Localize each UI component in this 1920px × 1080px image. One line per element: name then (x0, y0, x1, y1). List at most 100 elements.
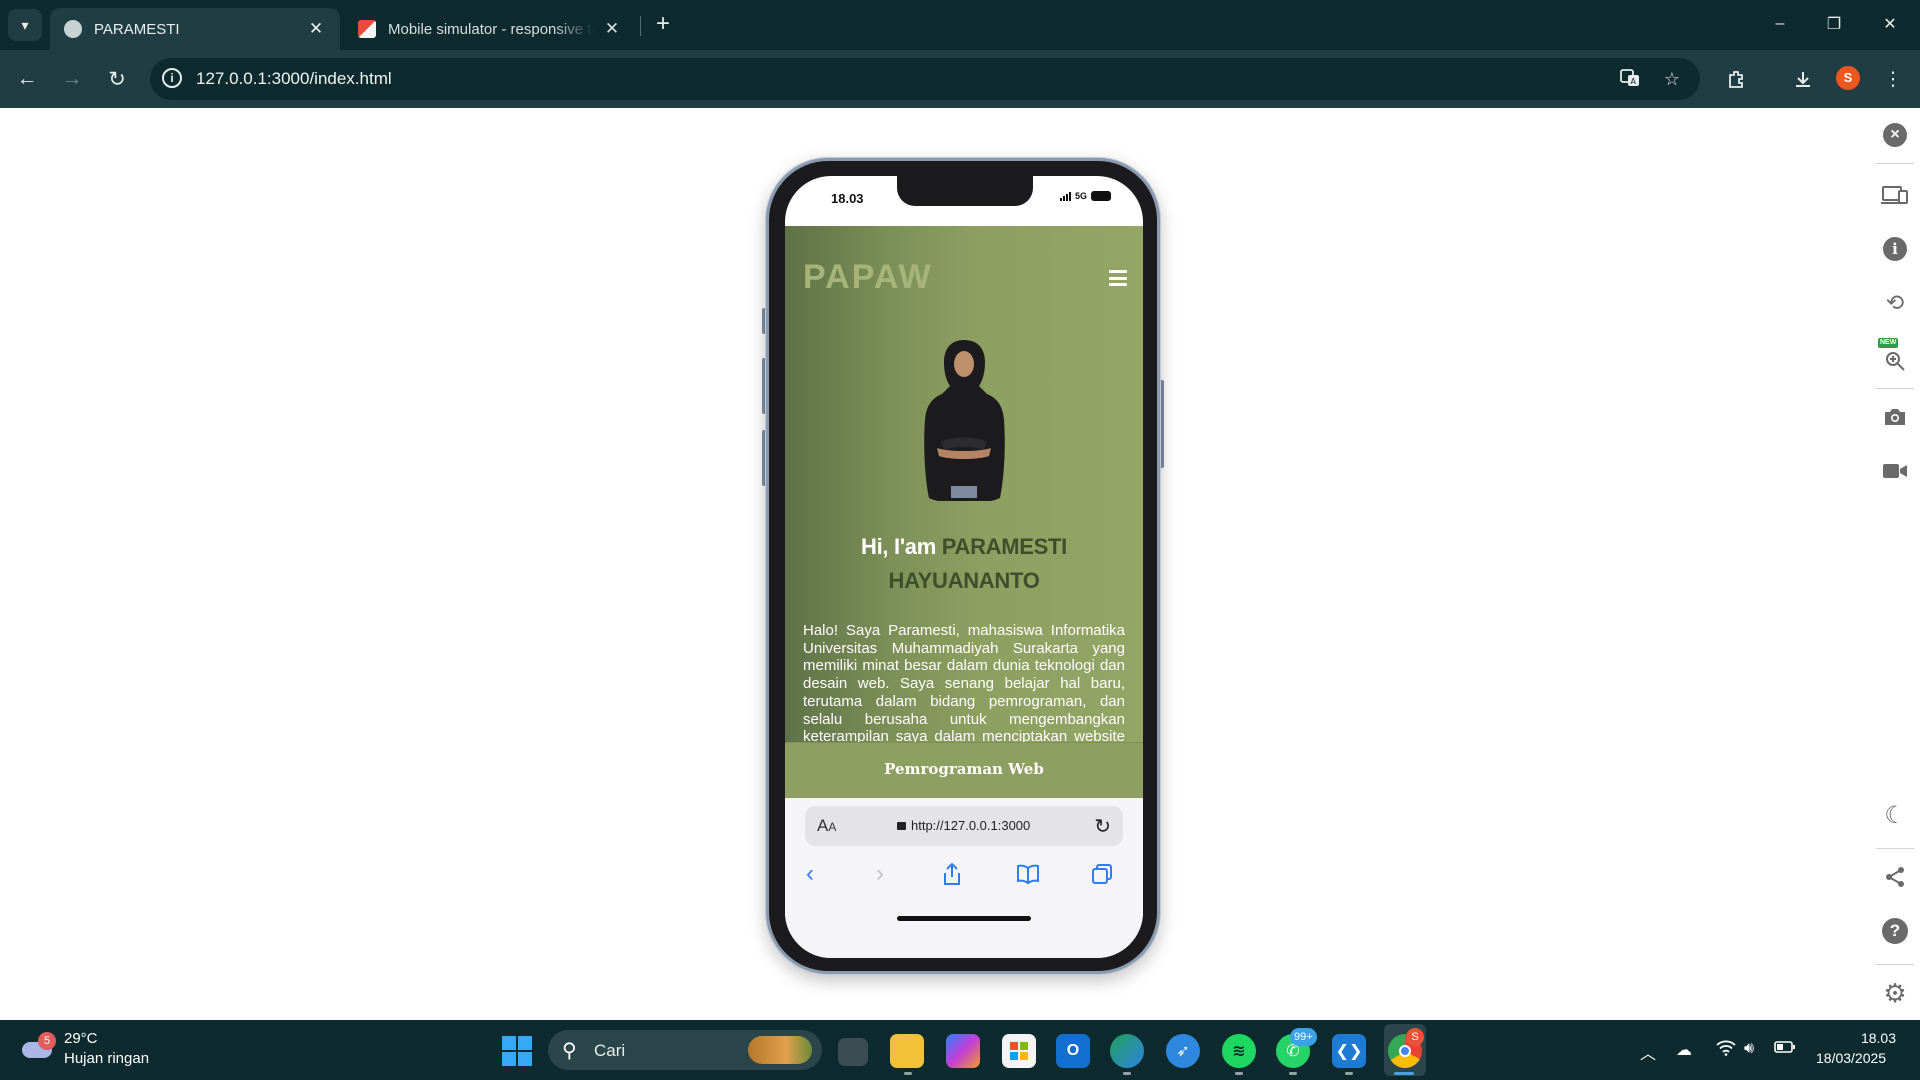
camera-icon (1885, 409, 1905, 425)
clock-date[interactable]: 18/03/2025 (1816, 1050, 1886, 1066)
bookmark-star-icon[interactable]: ☆ (1660, 67, 1684, 91)
tab-mobile-simulator[interactable]: Mobile simulator - responsive testing ✕ (344, 8, 636, 50)
record-button[interactable] (1878, 454, 1912, 488)
extensions-icon[interactable] (1722, 64, 1752, 94)
close-icon: × (1883, 123, 1907, 147)
phone-screen: 18.03 5G PAPAW Hi, I'am PARAMESTI HAYUAN… (785, 176, 1143, 958)
clock-time[interactable]: 18.03 (1856, 1030, 1896, 1046)
tab-paramesti[interactable]: PARAMESTI ✕ (50, 8, 340, 50)
tab-title: Mobile simulator - responsive testing (388, 20, 594, 38)
restore-button[interactable]: ❐ (1806, 0, 1862, 48)
devices-button[interactable] (1878, 178, 1912, 212)
info-icon: i (1883, 237, 1907, 261)
whatsapp-badge: 99+ (1290, 1028, 1317, 1046)
chrome-profile-badge: S (1406, 1028, 1424, 1046)
profile-avatar[interactable]: S (1836, 66, 1860, 90)
back-button[interactable]: ← (12, 64, 42, 94)
safari-back-icon[interactable]: ‹ (795, 860, 825, 888)
devices-icon (1881, 186, 1908, 204)
close-window-button[interactable]: ✕ (1862, 0, 1918, 48)
site-logo[interactable]: PAPAW (803, 258, 933, 297)
translate-icon[interactable]: A (1618, 67, 1642, 91)
chevron-down-icon: ▾ (21, 16, 29, 33)
safari-toolbar: AA http://127.0.0.1:3000 ↻ ‹ › (785, 798, 1143, 958)
volume-icon[interactable]: 🔊︎ (1744, 1040, 1754, 1058)
settings-button[interactable]: ⚙ (1878, 976, 1912, 1010)
vscode-icon[interactable]: ❮❯ (1332, 1034, 1366, 1068)
taskbar-search[interactable]: ⚲ Cari (548, 1030, 822, 1070)
windows-start-icon[interactable] (502, 1036, 532, 1066)
edge-icon[interactable] (1110, 1034, 1144, 1068)
new-badge: NEW (1878, 338, 1899, 348)
site-info-icon[interactable]: i (162, 68, 182, 88)
rotate-icon: ⟲ (1885, 290, 1905, 315)
weather-widget[interactable]: 5 (22, 1032, 56, 1062)
search-placeholder: Cari (594, 1041, 626, 1060)
screenshot-button[interactable] (1878, 400, 1912, 434)
rail-divider (1876, 163, 1914, 164)
minimize-button[interactable]: – (1752, 0, 1808, 48)
safari-url[interactable]: http://127.0.0.1:3000 (897, 818, 1030, 833)
weather-badge: 5 (38, 1032, 56, 1050)
url-text[interactable]: 127.0.0.1:3000/index.html (196, 69, 392, 89)
weather-temperature[interactable]: 29°C (64, 1030, 98, 1047)
file-explorer-icon[interactable] (890, 1034, 924, 1068)
reload-button[interactable]: ↻ (102, 64, 132, 94)
profile-photo (924, 340, 1005, 501)
zoom-button[interactable]: NEW (1878, 338, 1912, 374)
tray-overflow-icon[interactable]: ︿ (1640, 1040, 1656, 1064)
copilot-icon[interactable] (946, 1034, 980, 1068)
share-button[interactable] (1878, 860, 1912, 894)
safari-address-bar[interactable]: AA http://127.0.0.1:3000 ↻ (805, 806, 1123, 846)
wifi-icon[interactable] (1716, 1040, 1736, 1061)
status-indicators: 5G (1059, 191, 1111, 201)
hamburger-menu-icon[interactable] (1109, 270, 1127, 286)
help-icon: ? (1882, 918, 1908, 944)
hero-greeting: Hi, I'am (860, 534, 936, 559)
hero-heading: Hi, I'am PARAMESTI HAYUANANTO (805, 530, 1123, 598)
download-icon[interactable] (1788, 64, 1818, 94)
svg-text:A: A (1631, 77, 1637, 86)
rotate-button[interactable]: ⟲ (1878, 286, 1912, 320)
share-icon (1886, 867, 1904, 887)
active-indicator (1394, 1072, 1414, 1075)
onedrive-icon[interactable]: ☁ (1676, 1040, 1692, 1060)
microsoft-store-icon[interactable] (1002, 1034, 1036, 1068)
forward-button[interactable]: → (57, 64, 87, 94)
signal-icon (1059, 191, 1071, 201)
running-indicator (904, 1072, 912, 1075)
reader-aa-button[interactable]: AA (817, 816, 836, 836)
safari-reload-icon[interactable]: ↻ (1094, 814, 1111, 839)
rail-divider (1876, 388, 1914, 389)
menu-kebab-icon[interactable]: ⋮ (1878, 64, 1908, 94)
simulator-favicon-icon (358, 20, 376, 38)
safari-share-icon[interactable] (937, 860, 967, 888)
settings-icon: ⚙ (1883, 977, 1907, 1008)
outlook-icon[interactable]: O (1056, 1034, 1090, 1068)
task-view-icon[interactable] (838, 1038, 868, 1066)
spotify-icon[interactable]: ≋ (1222, 1034, 1256, 1068)
weather-description[interactable]: Hujan ringan (64, 1050, 149, 1067)
tab-close-icon[interactable]: ✕ (602, 19, 622, 39)
rail-divider (1876, 848, 1914, 849)
safari-forward-icon[interactable]: › (865, 860, 895, 888)
address-bar[interactable]: i 127.0.0.1:3000/index.html A ☆ (150, 58, 1700, 100)
browser-toolbar: ← → ↻ i 127.0.0.1:3000/index.html A ☆ ⋮ (0, 50, 1920, 108)
video-icon (1883, 464, 1907, 478)
zoom-icon (1886, 352, 1905, 371)
safari-tabs-icon[interactable] (1087, 860, 1117, 888)
battery-icon[interactable] (1774, 1040, 1796, 1059)
new-tab-button[interactable]: + (650, 12, 676, 38)
help-button[interactable]: ? (1878, 914, 1912, 948)
dark-mode-button[interactable]: ☾ (1878, 798, 1912, 832)
running-indicator (1345, 1072, 1353, 1075)
search-icon: ⚲ (562, 1040, 577, 1062)
dynamic-island (897, 176, 1033, 206)
close-simulator-button[interactable]: × (1878, 118, 1912, 152)
network-tool-icon[interactable]: ➶ (1166, 1034, 1200, 1068)
info-button[interactable]: i (1878, 232, 1912, 266)
safari-bookmarks-icon[interactable] (1013, 860, 1043, 888)
tab-search-button[interactable]: ▾ (8, 9, 42, 41)
home-indicator (897, 916, 1031, 921)
tab-close-icon[interactable]: ✕ (306, 19, 326, 39)
